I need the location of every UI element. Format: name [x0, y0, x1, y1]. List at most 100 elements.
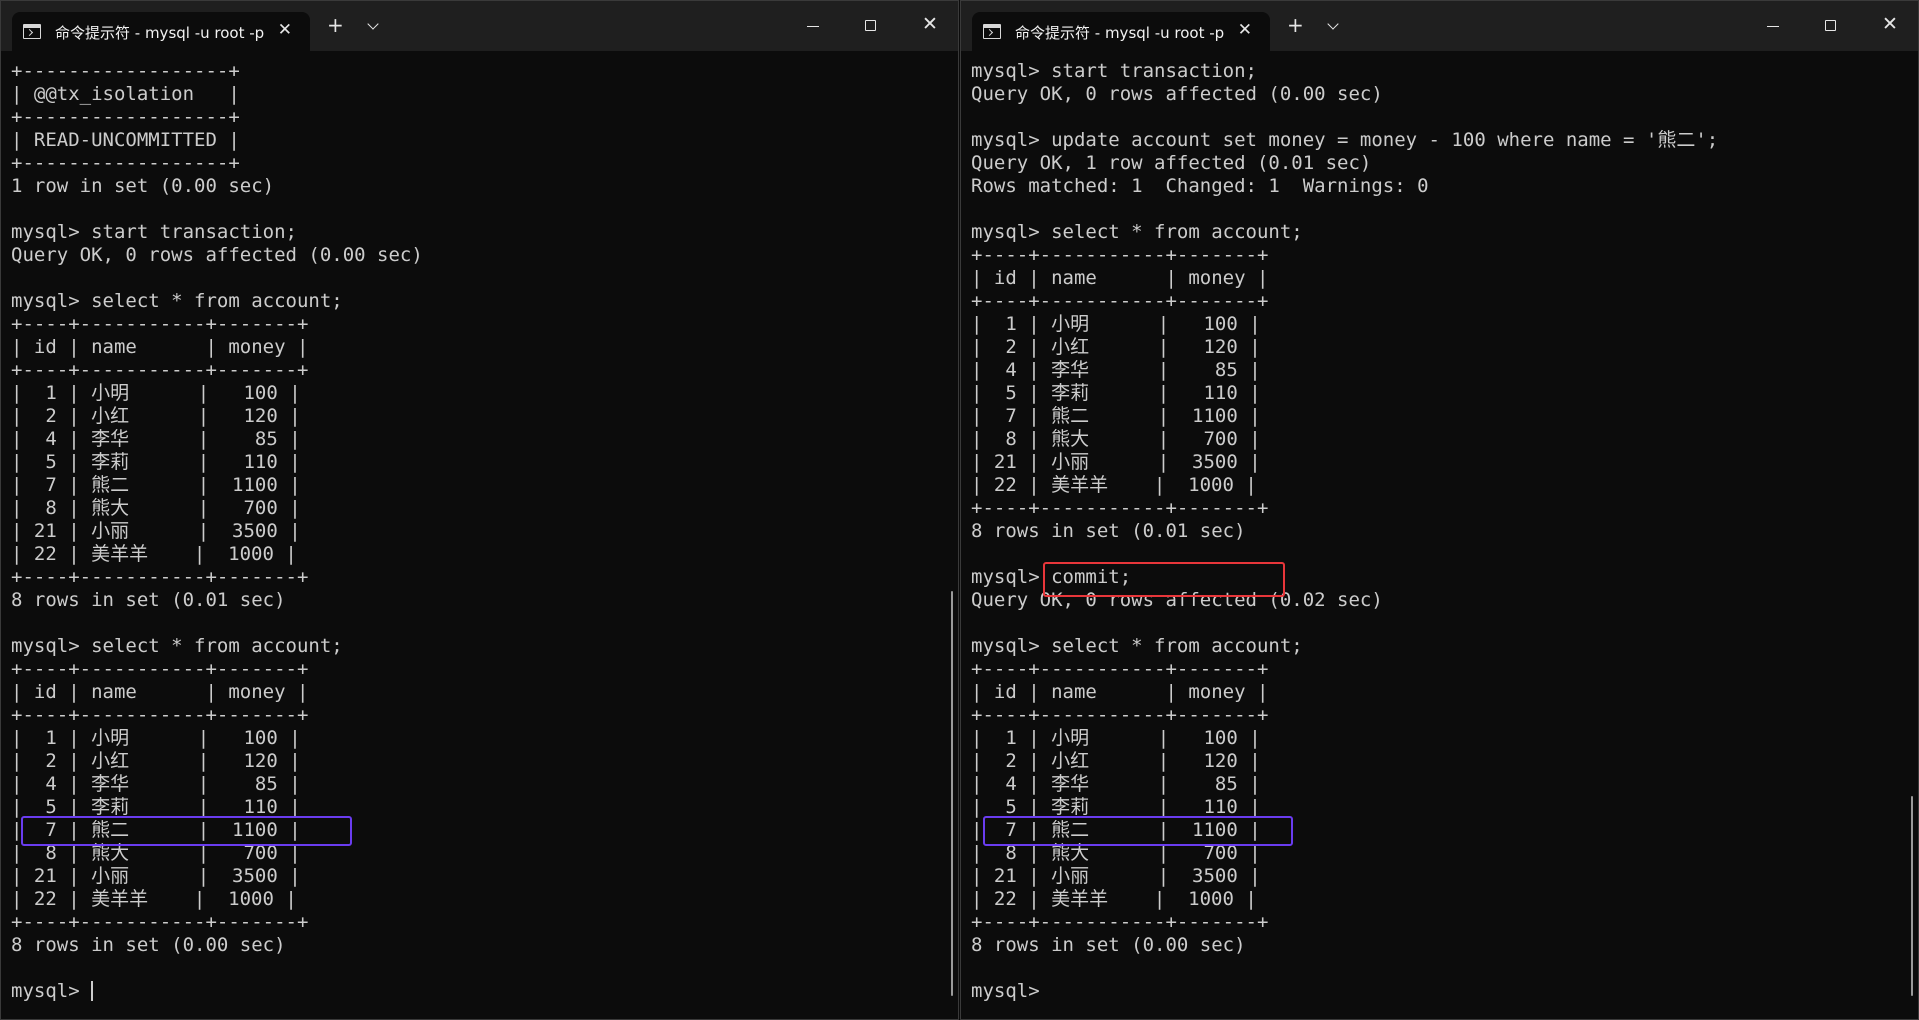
- plus-icon[interactable]: +: [327, 15, 344, 35]
- terminal-line: Query OK, 1 row affected (0.01 sec): [971, 152, 1372, 174]
- terminal-line: | 5 | 李莉 | 110 |: [971, 382, 1261, 404]
- terminal-line: | id | name | money |: [11, 336, 309, 358]
- terminal-line: | 2 | 小红 | 120 |: [971, 750, 1261, 772]
- terminal-line: mysql> update account set money = money …: [971, 129, 1719, 151]
- terminal-line: | id | name | money |: [11, 681, 309, 703]
- terminal-line: 1 row in set (0.00 sec): [11, 175, 275, 197]
- tab-mysql[interactable]: 命令提示符 - mysql -u root -p ✕: [972, 12, 1270, 51]
- minimize-icon: [807, 26, 819, 27]
- terminal-line: | 4 | 李华 | 85 |: [971, 359, 1261, 381]
- terminal-line: | 1 | 小明 | 100 |: [971, 727, 1261, 749]
- terminal-line: +------------------+: [11, 152, 240, 174]
- window-close-icon: ✕: [922, 13, 938, 35]
- tab-title: 命令提示符 - mysql -u root -p: [1015, 24, 1225, 42]
- terminal-line: | @@tx_isolation |: [11, 83, 240, 105]
- terminal-icon: [983, 24, 1001, 39]
- terminal-line: mysql> start transaction;: [11, 221, 297, 243]
- terminal-line: mysql> start transaction;: [971, 60, 1257, 82]
- terminal-line: | 21 | 小丽 | 3500 |: [11, 520, 301, 542]
- terminal-line: | 2 | 小红 | 120 |: [11, 405, 301, 427]
- close-icon[interactable]: ✕: [1238, 20, 1252, 40]
- terminal-line: | 21 | 小丽 | 3500 |: [971, 451, 1261, 473]
- terminal-line: mysql> select * from account;: [11, 290, 343, 312]
- terminal-line: +----+-----------+-------+: [11, 658, 309, 680]
- terminal-line: | 8 | 熊大 | 700 |: [971, 428, 1261, 450]
- terminal-output[interactable]: +------------------+ | @@tx_isolation | +-…: [11, 60, 938, 1003]
- chevron-down-icon[interactable]: [367, 18, 379, 30]
- minimize-button[interactable]: [784, 1, 842, 51]
- terminal-window-right: 命令提示符 - mysql -u root -p ✕ + ✕ mysql> st…: [960, 0, 1919, 1020]
- terminal-line: | 5 | 李莉 | 110 |: [11, 796, 301, 818]
- terminal-line: | 21 | 小丽 | 3500 |: [971, 865, 1261, 887]
- tab-title: 命令提示符 - mysql -u root -p: [55, 24, 265, 42]
- maximize-button[interactable]: [842, 1, 900, 51]
- terminal-line: 8 rows in set (0.00 sec): [971, 934, 1246, 956]
- maximize-icon: [1825, 20, 1836, 31]
- terminal-line: | 4 | 李华 | 85 |: [11, 428, 301, 450]
- terminal-line: | 4 | 李华 | 85 |: [11, 773, 301, 795]
- title-bar[interactable]: 命令提示符 - mysql -u root -p ✕ + ✕: [1, 1, 958, 51]
- terminal-line: +----+-----------+-------+: [971, 911, 1269, 933]
- terminal-line: mysql> commit;: [971, 566, 1132, 588]
- window-controls: ✕: [784, 1, 958, 51]
- scrollbar[interactable]: [1911, 796, 1913, 996]
- text-cursor: [91, 981, 94, 1001]
- terminal-line: | 22 | 美羊羊 | 1000 |: [11, 543, 297, 565]
- chevron-down-icon[interactable]: [1327, 18, 1339, 30]
- terminal-output[interactable]: mysql> start transaction; Query OK, 0 row…: [971, 60, 1898, 1003]
- minimize-button[interactable]: [1744, 1, 1802, 51]
- close-button[interactable]: ✕: [900, 1, 958, 51]
- terminal-line: | 22 | 美羊羊 | 1000 |: [971, 888, 1257, 910]
- desktop: 命令提示符 - mysql -u root -p ✕ + ✕ +--------…: [0, 0, 1919, 1020]
- terminal-line: mysql> select * from account;: [11, 635, 343, 657]
- terminal-line: +----+-----------+-------+: [971, 658, 1269, 680]
- terminal-line: +----+-----------+-------+: [971, 497, 1269, 519]
- terminal-line: +------------------+: [11, 106, 240, 128]
- window-close-icon: ✕: [1882, 13, 1898, 35]
- close-button[interactable]: ✕: [1860, 1, 1918, 51]
- terminal-line: | 7 | 熊二 | 1100 |: [11, 474, 301, 496]
- terminal-line: | 22 | 美羊羊 | 1000 |: [971, 474, 1257, 496]
- plus-icon[interactable]: +: [1287, 15, 1304, 35]
- terminal-line: | 1 | 小明 | 100 |: [971, 313, 1261, 335]
- title-bar[interactable]: 命令提示符 - mysql -u root -p ✕ + ✕: [961, 1, 1918, 51]
- terminal-line: | 2 | 小红 | 120 |: [971, 336, 1261, 358]
- minimize-icon: [1767, 26, 1779, 27]
- terminal-line: +----+-----------+-------+: [11, 359, 309, 381]
- terminal-line: 8 rows in set (0.01 sec): [971, 520, 1246, 542]
- terminal-line: mysql> select * from account;: [971, 635, 1303, 657]
- terminal-line: mysql> select * from account;: [971, 221, 1303, 243]
- terminal-line: | id | name | money |: [971, 681, 1269, 703]
- window-controls: ✕: [1744, 1, 1918, 51]
- terminal-line: | 4 | 李华 | 85 |: [971, 773, 1261, 795]
- terminal-line: +----+-----------+-------+: [11, 313, 309, 335]
- terminal-line: +----+-----------+-------+: [11, 704, 309, 726]
- terminal-window-left: 命令提示符 - mysql -u root -p ✕ + ✕ +--------…: [0, 0, 959, 1020]
- maximize-button[interactable]: [1802, 1, 1860, 51]
- terminal-line: | 7 | 熊二 | 1100 |: [971, 405, 1261, 427]
- close-icon[interactable]: ✕: [278, 20, 292, 40]
- terminal-icon: [23, 24, 41, 39]
- terminal-line: | 2 | 小红 | 120 |: [11, 750, 301, 772]
- maximize-icon: [865, 20, 876, 31]
- terminal-line: +----+-----------+-------+: [11, 566, 309, 588]
- terminal-line: +----+-----------+-------+: [971, 704, 1269, 726]
- terminal-line: | 1 | 小明 | 100 |: [11, 382, 301, 404]
- terminal-line: Query OK, 0 rows affected (0.00 sec): [971, 83, 1383, 105]
- terminal-line: | 8 | 熊大 | 700 |: [11, 842, 301, 864]
- terminal-line: +------------------+: [11, 60, 240, 82]
- terminal-line: | 1 | 小明 | 100 |: [11, 727, 301, 749]
- terminal-line: | id | name | money |: [971, 267, 1269, 289]
- tab-mysql[interactable]: 命令提示符 - mysql -u root -p ✕: [12, 12, 310, 51]
- terminal-line: | 5 | 李莉 | 110 |: [971, 796, 1261, 818]
- scrollbar[interactable]: [951, 591, 953, 996]
